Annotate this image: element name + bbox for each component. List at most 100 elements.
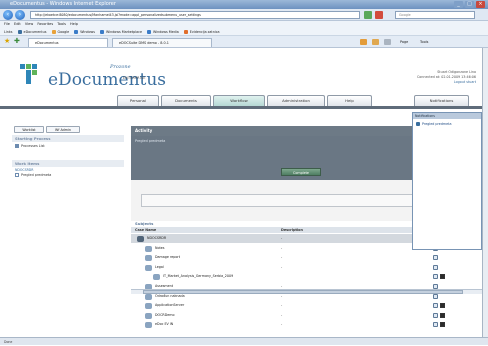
link-icon <box>51 30 56 34</box>
menu-favorites[interactable]: Favorites <box>37 22 53 26</box>
menu-help[interactable]: Help <box>70 22 78 26</box>
table-row[interactable]: Damage report - <box>131 253 482 262</box>
refresh-icon[interactable] <box>364 11 372 19</box>
case-name[interactable]: NDOCSRDR <box>147 234 166 243</box>
checkbox-icon[interactable] <box>15 173 19 177</box>
horizontal-scrollbar[interactable] <box>131 289 482 294</box>
case-name[interactable]: Damage report <box>155 253 180 262</box>
case-name[interactable]: ApplicationServer <box>155 301 184 310</box>
starting-process-heading: Starting Process <box>12 135 124 142</box>
sidebar-item-label: Pregled predmeta <box>21 173 52 177</box>
close-icon[interactable]: × <box>476 1 485 8</box>
process-icon <box>15 144 19 148</box>
window-title: eDocumentus - Windows Internet Explorer <box>10 1 116 7</box>
minimize-icon[interactable]: _ <box>454 1 463 8</box>
col-description: Description <box>281 228 303 232</box>
case-name[interactable]: Legal <box>155 263 164 272</box>
tab-documents[interactable]: Documents <box>161 95 211 106</box>
case-name[interactable]: eDoc EV IN <box>155 320 173 329</box>
stop-icon[interactable] <box>375 11 383 19</box>
link-windows-marketplace[interactable]: Windows Marketplace <box>100 30 142 34</box>
address-row: ‹ › http://ekoetce:8080/edocumentus/Manh… <box>0 9 488 21</box>
options-icon[interactable] <box>433 312 438 318</box>
page-menu[interactable]: Page <box>400 38 408 46</box>
options-icon[interactable] <box>433 274 438 280</box>
case-name[interactable]: Notes <box>155 244 165 253</box>
document-icon <box>153 274 160 281</box>
table-row[interactable]: DOCRDemo - <box>131 311 482 320</box>
link-google[interactable]: Google <box>51 30 69 34</box>
options-icon[interactable] <box>433 322 438 328</box>
col-case-name: Case Name <box>135 228 157 232</box>
notifications-header: Notifications <box>413 113 481 119</box>
work-items-group: NDOCSRDR <box>15 168 34 172</box>
tab-personal[interactable]: Personal <box>117 95 159 106</box>
table-row[interactable]: IT_Market_Analysis_Germany_Serbia_2009 <box>131 272 482 281</box>
menu-edit[interactable]: Edit <box>14 22 21 26</box>
download-icon[interactable] <box>440 322 445 328</box>
tab-administration[interactable]: Administration <box>267 95 325 106</box>
work-items-heading: Work Items <box>12 160 124 167</box>
options-icon[interactable] <box>433 255 438 261</box>
case-description: - <box>281 255 283 260</box>
home-icon[interactable] <box>360 39 367 45</box>
vertical-scrollbar[interactable] <box>482 48 488 337</box>
browser-tab-edocsuite[interactable]: eDOCSuite DMS demo - 8.0.1 <box>112 38 212 47</box>
folder-icon <box>145 245 152 252</box>
sidebar-item-work-item[interactable]: Pregled predmeta <box>15 173 51 177</box>
folder-icon <box>145 303 152 310</box>
link-label: eDocumentus <box>23 30 47 34</box>
case-description: - <box>281 322 283 327</box>
link-edocumentus[interactable]: eDocumentus <box>17 30 47 34</box>
sidebar-tab-worklist[interactable]: Worklist <box>14 126 44 133</box>
link-windows[interactable]: Windows <box>74 30 95 34</box>
browser-tab-row: ★ ✚ eDocumentus eDOCSuite DMS demo - 8.0… <box>0 36 488 48</box>
back-icon[interactable]: ‹ <box>3 10 13 20</box>
brand-edition: ENTERPRISE <box>123 76 146 80</box>
case-name[interactable]: IT_Market_Analysis_Germany_Serbia_2009 <box>163 272 233 281</box>
folder-icon <box>145 322 152 329</box>
tab-help[interactable]: Help <box>327 95 372 106</box>
tools-menu[interactable]: Tools <box>420 38 428 46</box>
options-icon[interactable] <box>433 293 438 299</box>
table-row[interactable]: eDoc EV IN - <box>131 320 482 329</box>
search-input[interactable]: Google <box>395 11 475 19</box>
case-description: - <box>281 236 283 240</box>
link-icon <box>74 30 79 34</box>
case-description: - <box>281 264 283 269</box>
options-icon[interactable] <box>433 303 438 309</box>
link-icon <box>147 30 152 34</box>
link-evidencija[interactable]: Evidencija zatnica <box>183 30 220 34</box>
menu-view[interactable]: View <box>25 22 33 26</box>
scrollbar-thumb[interactable] <box>143 290 463 294</box>
favorites-star-icon[interactable]: ★ <box>4 38 11 45</box>
complete-button[interactable]: Complete <box>281 168 321 176</box>
brand-name: eDocumentus <box>48 70 167 90</box>
folder-icon <box>145 264 152 271</box>
print-icon[interactable] <box>384 39 391 45</box>
tab-notifications[interactable]: Notifications <box>414 95 469 106</box>
download-icon[interactable] <box>440 274 445 280</box>
table-row[interactable]: Legal - <box>131 263 482 272</box>
link-label: Evidencija zatnica <box>189 30 220 34</box>
feeds-icon[interactable] <box>372 39 379 45</box>
notification-item[interactable]: Pregled predmeta <box>416 122 451 126</box>
table-row[interactable]: ApplicationServer - <box>131 301 482 310</box>
forward-icon[interactable]: › <box>15 10 25 20</box>
browser-tab-edocumentus[interactable]: eDocumentus <box>28 38 108 47</box>
menu-file[interactable]: File <box>4 22 10 26</box>
menu-tools[interactable]: Tools <box>57 22 66 26</box>
download-icon[interactable] <box>440 303 445 309</box>
case-name[interactable]: DOCRDemo <box>155 311 175 320</box>
logout-link[interactable]: Logout stuart <box>417 80 476 85</box>
link-windows-media[interactable]: Windows Media <box>147 30 179 34</box>
download-icon[interactable] <box>440 312 445 318</box>
sidebar-item-processes-list[interactable]: Processes List <box>15 144 45 148</box>
address-input[interactable]: http://ekoetce:8080/edocumentus/Manhamel… <box>30 11 360 19</box>
add-favorite-icon[interactable]: ✚ <box>14 38 21 45</box>
maximize-icon[interactable]: □ <box>465 1 474 8</box>
folder-icon <box>145 312 152 319</box>
sidebar-tab-wf-admin[interactable]: Wf Admin <box>46 126 80 133</box>
options-icon[interactable] <box>433 264 438 270</box>
tab-workflow[interactable]: Workflow <box>213 95 265 106</box>
